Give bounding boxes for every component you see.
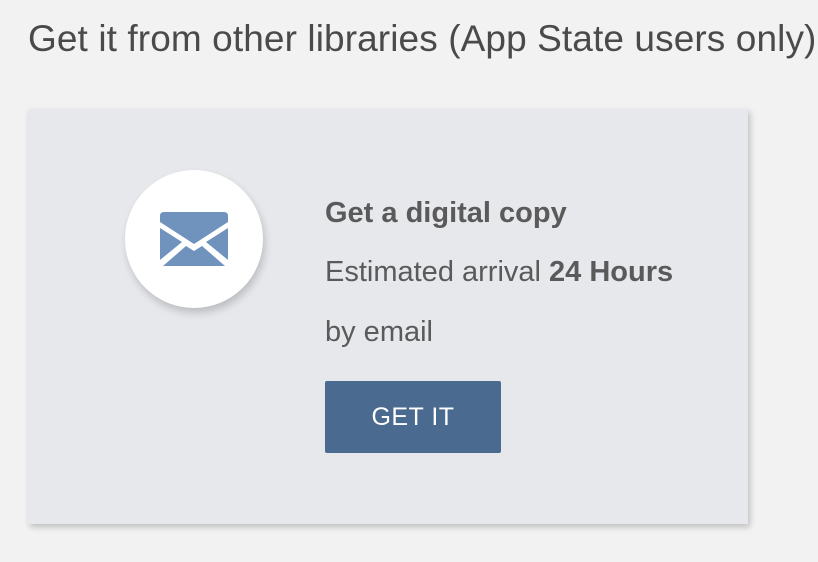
- estimated-arrival: Estimated arrival 24 Hours: [325, 252, 673, 292]
- get-it-button[interactable]: GET IT: [325, 381, 501, 453]
- arrival-prefix: Estimated arrival: [325, 256, 541, 288]
- delivery-method: by email: [325, 316, 433, 348]
- option-title: Get a digital copy: [325, 197, 567, 229]
- arrival-value: 24 Hours: [549, 256, 674, 288]
- section-heading: Get it from other libraries (App State u…: [28, 18, 817, 59]
- option-details: Get a digital copy Estimated arrival 24 …: [325, 193, 673, 352]
- icon-circle: [125, 170, 263, 308]
- envelope-icon: [160, 212, 228, 266]
- digital-copy-card: Get a digital copy Estimated arrival 24 …: [28, 109, 748, 524]
